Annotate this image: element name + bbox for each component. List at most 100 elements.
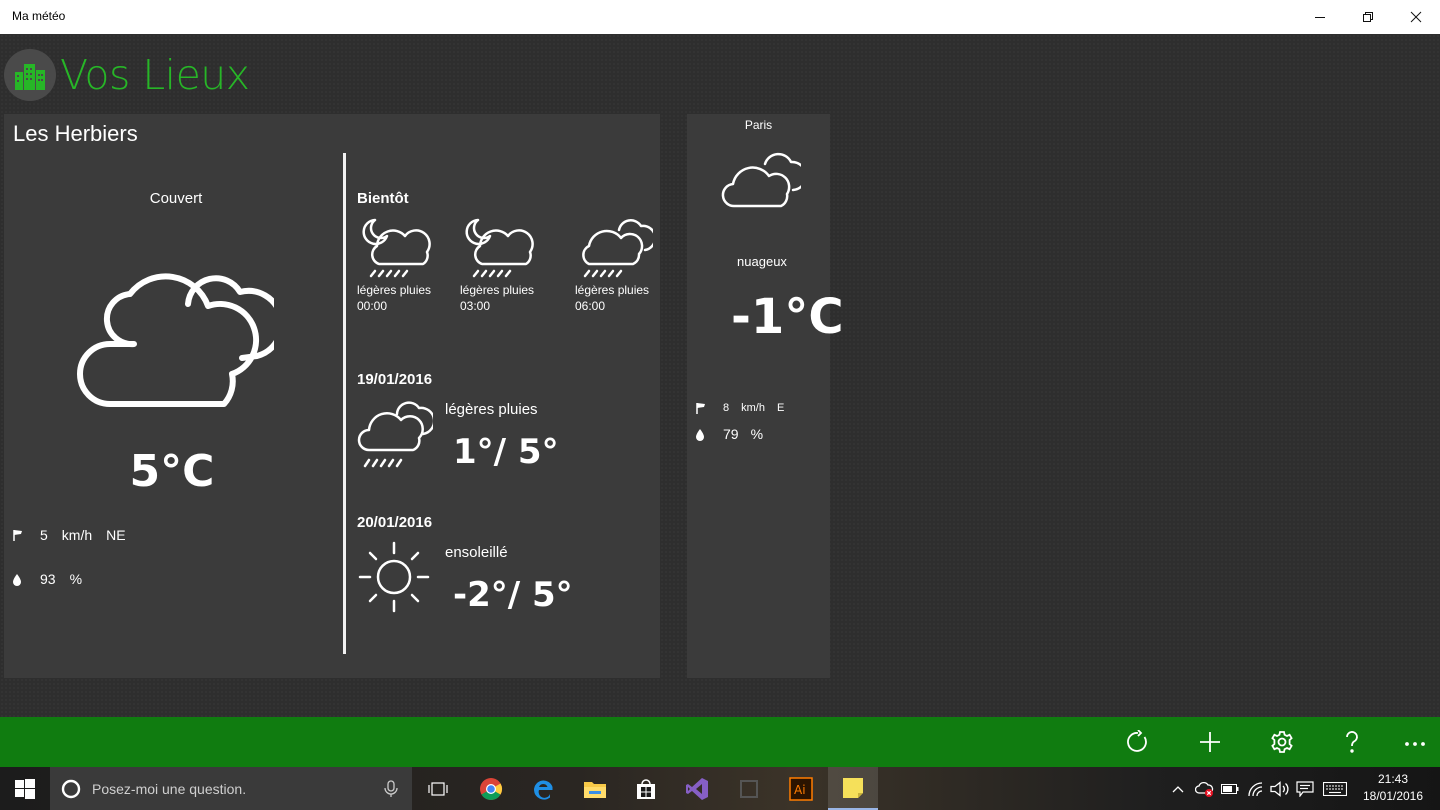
forecast-date: 19/01/2016 <box>357 371 433 388</box>
app-icon <box>740 779 758 798</box>
forecast-date: 20/01/2016 <box>357 514 433 531</box>
add-icon <box>1200 732 1220 752</box>
city-name: Paris <box>744 118 773 132</box>
restore-button[interactable] <box>1344 0 1392 34</box>
location-card-main[interactable]: Les Herbiers Couvert 5°C 5 km/h NE 93 % <box>4 114 660 678</box>
night-cloud-rain-icon <box>362 218 431 278</box>
chrome-taskbar-item[interactable] <box>466 767 516 810</box>
illustrator-icon: Ai <box>789 776 813 801</box>
forecast-day-range: -2°/ 5° <box>453 575 573 615</box>
humidity-value: 93 <box>40 571 56 587</box>
cortana-search[interactable]: Posez-moi une question. <box>50 767 412 810</box>
folder-icon <box>584 781 606 798</box>
edge-taskbar-item[interactable] <box>518 767 568 810</box>
tray-cloud-button[interactable] <box>1193 767 1217 810</box>
cloud-rain-icon <box>582 219 653 278</box>
touch-keyboard-button[interactable] <box>1320 767 1350 810</box>
city-name: Les Herbiers <box>13 121 138 146</box>
wind-speed: 8 <box>723 402 730 414</box>
help-button[interactable] <box>1327 717 1377 767</box>
keyboard-icon <box>1323 781 1347 796</box>
clock-date: 18/01/2016 <box>1362 789 1424 803</box>
wind-unit: km/h <box>61 527 93 543</box>
command-bar <box>0 717 1440 767</box>
city-buildings-icon <box>15 64 45 90</box>
settings-button[interactable] <box>1257 717 1307 767</box>
humidity-unit: % <box>69 571 83 587</box>
humidity-value: 79 <box>723 426 739 442</box>
show-hidden-icons-button[interactable] <box>1169 767 1187 810</box>
battery-icon <box>1221 783 1239 794</box>
cloud-error-icon <box>1195 781 1214 797</box>
svg-text:Ai: Ai <box>794 783 806 797</box>
column-divider <box>343 153 346 654</box>
speaker-icon <box>1270 780 1289 797</box>
task-view-icon <box>428 781 448 796</box>
visual-studio-taskbar-item[interactable] <box>672 767 722 810</box>
system-clock[interactable]: 21:43 18/01/2016 <box>1356 771 1430 805</box>
wind-info: 8 km/h E <box>695 402 796 414</box>
wind-direction: NE <box>106 527 126 543</box>
forecast-hour-item[interactable]: légères pluies 03:00 <box>460 214 570 314</box>
add-button[interactable] <box>1185 717 1235 767</box>
minimize-icon <box>1315 17 1325 18</box>
visual-studio-icon <box>686 777 708 800</box>
droplet-icon <box>695 428 723 441</box>
minimize-button[interactable] <box>1296 0 1344 34</box>
current-condition: Couvert <box>149 190 203 207</box>
location-card-paris[interactable]: Paris nuageux -1°C 8 km/h E 79 % <box>687 114 844 678</box>
forecast-time: 00:00 <box>357 299 388 313</box>
current-temperature: -1°C <box>731 289 844 345</box>
soon-title: Bientôt <box>357 190 409 207</box>
windows-icon <box>15 778 35 799</box>
microphone-icon <box>384 780 398 797</box>
forecast-day-condition: ensoleillé <box>445 544 508 561</box>
wifi-icon <box>1248 781 1263 796</box>
chevron-up-icon <box>1172 785 1184 792</box>
wind-unit: km/h <box>741 402 765 414</box>
cloudy-icon <box>74 264 285 413</box>
app-content: Vos Lieux Les Herbiers Couvert 5°C 5 km/… <box>0 34 1440 717</box>
forecast-time: 06:00 <box>575 299 606 313</box>
volume-button[interactable] <box>1268 767 1292 810</box>
app-taskbar-item[interactable] <box>724 767 774 810</box>
forecast-day-condition: légères pluies <box>445 401 538 418</box>
page-header: Vos Lieux <box>4 49 250 101</box>
forecast-hour-item[interactable]: légères pluies 00:00 <box>357 214 467 314</box>
clock-time: 21:43 <box>1377 772 1409 786</box>
battery-button[interactable] <box>1218 767 1242 810</box>
store-icon <box>637 778 655 799</box>
file-explorer-taskbar-item[interactable] <box>570 767 620 810</box>
weather-app-taskbar-item[interactable] <box>828 767 878 810</box>
taskbar: Posez-moi une question. Ai 21:43 18/01/2… <box>0 767 1440 810</box>
more-icon <box>1405 742 1425 746</box>
sun-icon <box>358 541 430 613</box>
current-temperature: 5°C <box>129 446 215 497</box>
refresh-button[interactable] <box>1113 717 1163 767</box>
more-button[interactable] <box>1390 717 1440 767</box>
start-button[interactable] <box>0 767 50 810</box>
illustrator-taskbar-item[interactable]: Ai <box>776 767 826 810</box>
cortana-icon <box>61 779 81 799</box>
close-button[interactable] <box>1392 0 1440 34</box>
flag-icon <box>695 402 723 414</box>
wind-direction: E <box>776 402 785 414</box>
wind-speed: 5 <box>40 527 48 543</box>
flag-icon <box>12 529 40 541</box>
wifi-button[interactable] <box>1244 767 1268 810</box>
forecast-hour-item[interactable]: légères pluies 06:00 <box>575 214 685 314</box>
cloudy-icon <box>721 152 801 208</box>
gear-icon <box>1271 731 1293 753</box>
action-center-button[interactable] <box>1293 767 1317 810</box>
window-title: Ma météo <box>12 9 66 23</box>
task-view-button[interactable] <box>413 767 463 810</box>
notification-icon <box>1296 780 1314 797</box>
edge-icon <box>534 780 553 800</box>
night-cloud-rain-icon <box>465 218 534 278</box>
forecast-time: 03:00 <box>460 299 491 313</box>
forecast-condition: légères pluies <box>575 283 650 297</box>
current-condition: nuageux <box>737 254 787 269</box>
forecast-day-range: 1°/ 5° <box>453 432 559 472</box>
cloud-rain-icon <box>357 401 433 468</box>
store-taskbar-item[interactable] <box>621 767 671 810</box>
